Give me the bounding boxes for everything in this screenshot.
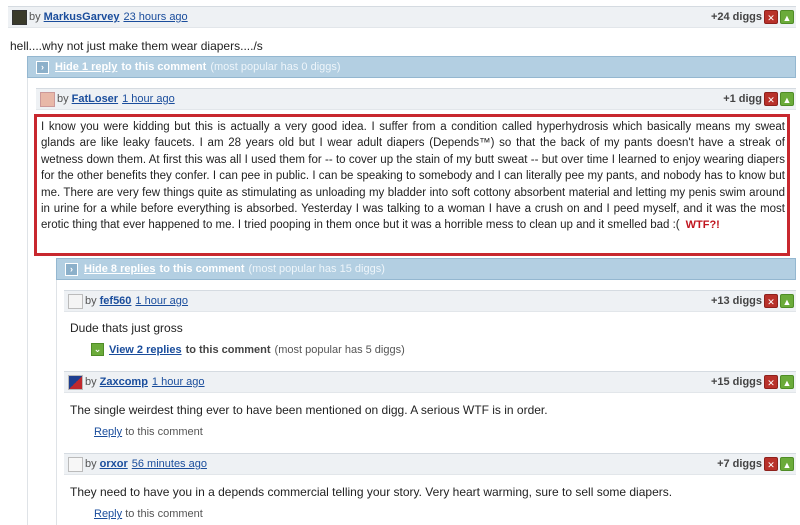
avatar[interactable] [12,9,27,25]
by-prefix: by [85,376,97,388]
username-link[interactable]: FatLoser [72,93,118,105]
view-replies-row: ⌄ View 2 replies to this comment (most p… [91,343,405,356]
digg-count: +7 diggs [717,458,762,470]
digg-thumb-icon[interactable]: ▲ [780,294,794,308]
comment-header-zaxcomp: by Zaxcomp 1 hour ago +15 diggs ✕ ▲ [64,371,796,393]
digg-thumb-icon[interactable]: ▲ [780,457,794,471]
bury-icon[interactable]: ✕ [764,457,778,471]
timestamp-link[interactable]: 1 hour ago [152,376,205,388]
hide-replies-link[interactable]: Hide 1 reply [55,61,117,73]
comment-body: They need to have you in a depends comme… [70,485,673,499]
digg-thumb-icon[interactable]: ▲ [780,10,794,24]
by-prefix: by [29,11,41,23]
by-prefix: by [85,458,97,470]
digg-count: +24 diggs [710,11,762,23]
reply-row: Reply to this comment [94,426,203,438]
avatar[interactable] [68,293,83,309]
reply-row: Reply to this comment [94,508,203,520]
reply-link[interactable]: Reply [94,508,122,520]
thread-guide-line [27,72,28,525]
comment-header-fatloser: by FatLoser 1 hour ago +1 digg ✕ ▲ [36,88,796,110]
bury-icon[interactable]: ✕ [764,10,778,24]
view-replies-sub: (most popular has 5 diggs) [274,343,405,356]
annotation-label: WTF?! [685,219,720,232]
digg-thumb-icon[interactable]: ▲ [780,375,794,389]
digg-count: +1 digg [723,93,762,105]
by-prefix: by [85,295,97,307]
timestamp-link[interactable]: 23 hours ago [123,11,187,23]
comment-text: I know you were kidding but this is actu… [41,121,785,232]
comment-header-markusgarvey: by MarkusGarvey 23 hours ago +24 diggs ✕… [8,6,796,28]
timestamp-link[interactable]: 56 minutes ago [132,458,207,470]
reply-bar-text: to this comment [121,61,207,73]
comment-body: hell....why not just make them wear diap… [10,39,263,53]
by-prefix: by [57,93,69,105]
avatar[interactable] [40,91,55,107]
bury-icon[interactable]: ✕ [764,375,778,389]
reply-text: to this comment [125,426,203,438]
reply-bar-text: to this comment [159,263,245,275]
comment-header-orxor: by orxor 56 minutes ago +7 diggs ✕ ▲ [64,453,796,475]
hide-replies-bar: › Hide 1 reply to this comment (most pop… [27,56,796,78]
view-replies-link[interactable]: View 2 replies [109,344,182,356]
digg-count: +13 diggs [710,295,762,307]
avatar[interactable] [68,374,83,390]
digg-thumb-icon[interactable]: ▲ [780,92,794,106]
comment-body: Dude thats just gross [70,321,183,335]
comment-body: I know you were kidding but this is actu… [41,119,785,234]
expand-arrow-icon[interactable]: ⌄ [91,343,104,356]
username-link[interactable]: fef560 [100,295,132,307]
hide-replies-bar: › Hide 8 replies to this comment (most p… [56,258,796,280]
view-replies-text: to this comment [185,343,271,356]
reply-bar-sub: (most popular has 15 diggs) [248,263,385,275]
expand-arrow-icon[interactable]: › [36,60,49,74]
bury-icon[interactable]: ✕ [764,294,778,308]
timestamp-link[interactable]: 1 hour ago [135,295,188,307]
username-link[interactable]: orxor [100,458,128,470]
digg-count: +15 diggs [710,376,762,388]
expand-arrow-icon[interactable]: › [65,262,78,276]
hide-replies-link[interactable]: Hide 8 replies [84,263,156,275]
reply-bar-sub: (most popular has 0 diggs) [210,61,341,73]
bury-icon[interactable]: ✕ [764,92,778,106]
comment-body: The single weirdest thing ever to have b… [70,403,548,417]
username-link[interactable]: Zaxcomp [100,376,148,388]
comment-header-fef560: by fef560 1 hour ago +13 diggs ✕ ▲ [64,290,796,312]
username-link[interactable]: MarkusGarvey [44,11,120,23]
thread-guide-line [56,258,57,525]
timestamp-link[interactable]: 1 hour ago [122,93,175,105]
reply-text: to this comment [125,508,203,520]
reply-link[interactable]: Reply [94,426,122,438]
avatar[interactable] [68,456,83,472]
